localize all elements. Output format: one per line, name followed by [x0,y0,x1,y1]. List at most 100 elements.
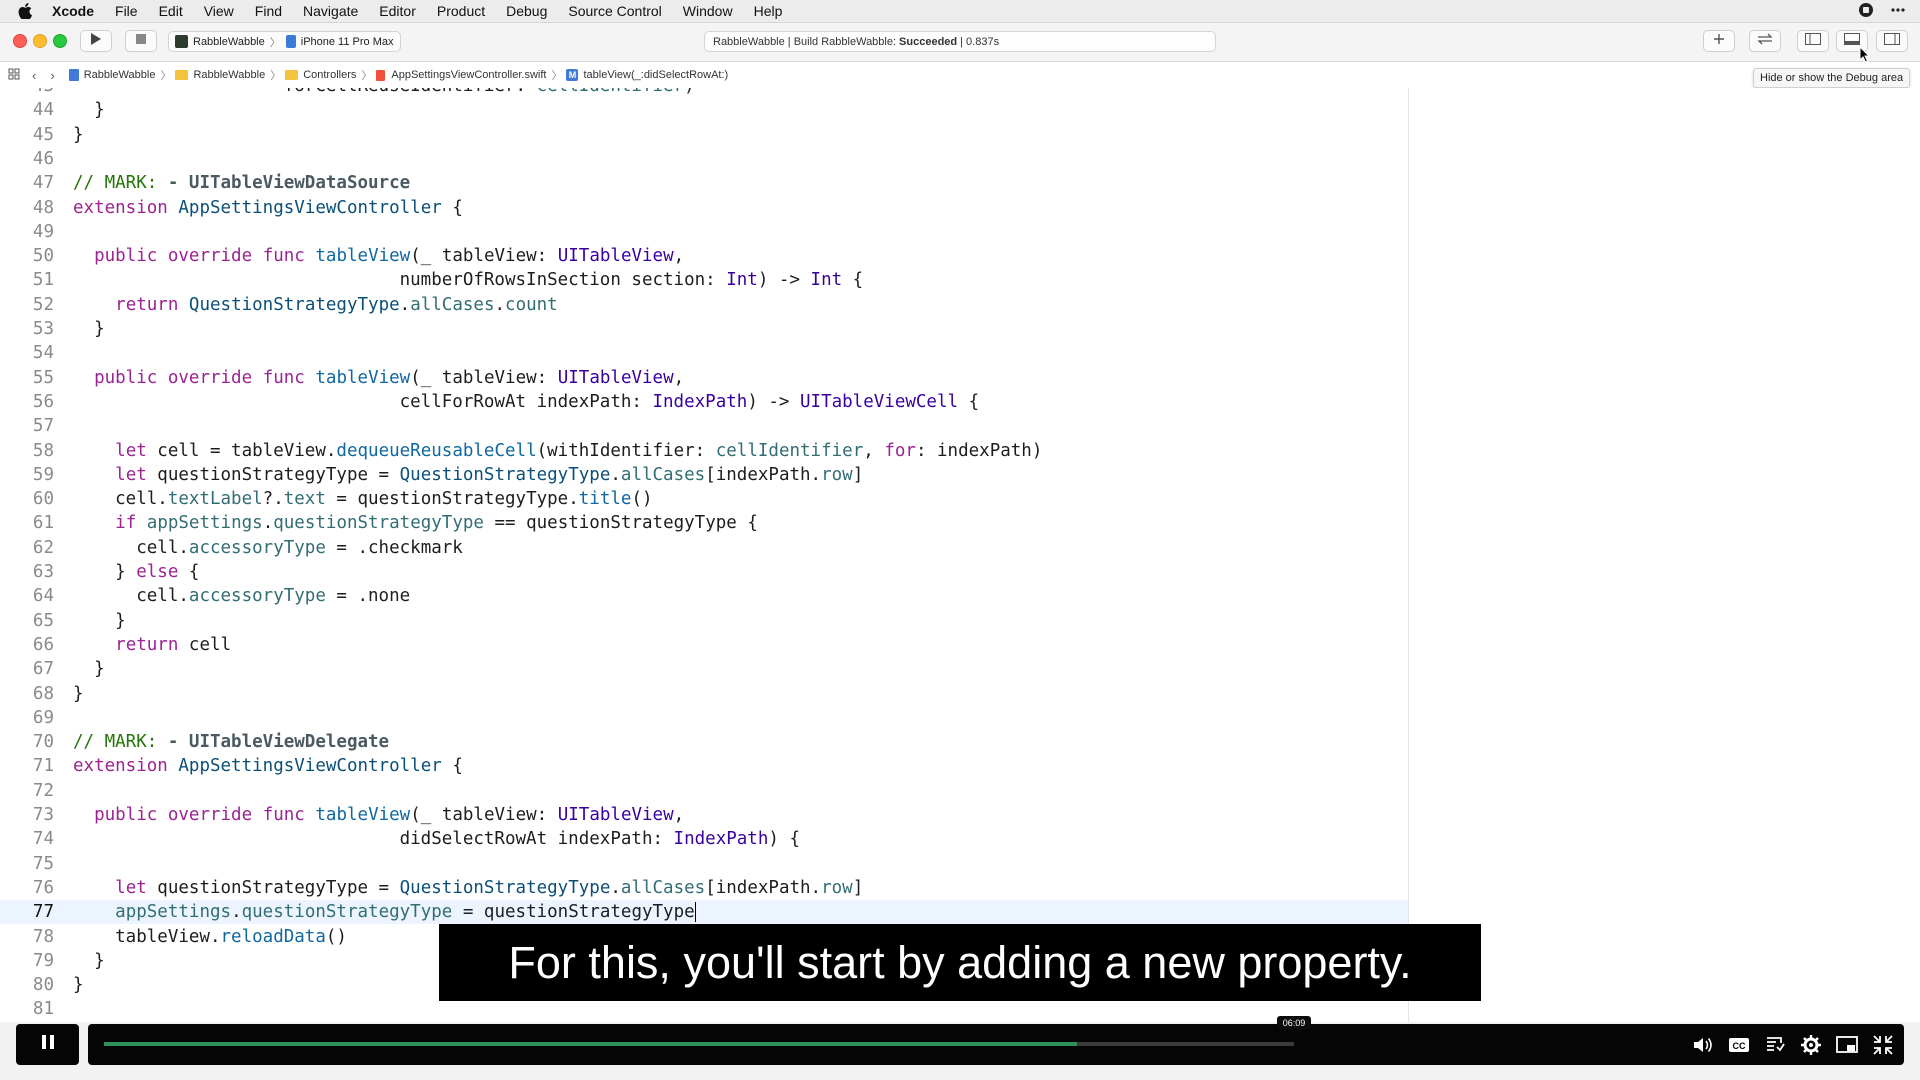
menu-navigate[interactable]: Navigate [303,3,358,19]
code-text[interactable]: numberOfRowsInSection section: Int) -> I… [73,268,864,292]
code-text[interactable]: let cell = tableView.dequeueReusableCell… [73,439,1042,463]
code-text[interactable]: didSelectRowAt indexPath: IndexPath) { [73,827,800,851]
menu-view[interactable]: View [204,3,234,19]
menu-editor[interactable]: Editor [379,3,416,19]
code-text[interactable]: return cell [73,633,231,657]
source-editor[interactable]: 43 forCellReuseIdentifier: cellIdentifie… [0,88,1408,1022]
code-line[interactable]: 72 [0,779,1408,803]
pip-icon[interactable] [1835,1033,1859,1057]
code-text[interactable]: } [73,682,84,706]
code-line[interactable]: 68} [0,682,1408,706]
zoom-window-button[interactable] [53,34,67,48]
code-text[interactable]: } else { [73,560,199,584]
code-line[interactable]: 48 extension AppSettingsViewController { [0,196,1408,220]
code-line[interactable]: 66 return cell [0,633,1408,657]
code-review-button[interactable] [1749,30,1781,52]
code-text[interactable]: public override func tableView(_ tableVi… [73,244,684,268]
code-text[interactable]: return QuestionStrategyType.allCases.cou… [73,293,558,317]
code-line[interactable]: 54 [0,341,1408,365]
code-text[interactable]: cell.accessoryType = .none [73,584,410,608]
navigator-toggle-button[interactable] [1797,30,1829,52]
code-text[interactable]: } [73,973,84,997]
menu-file[interactable]: File [115,3,138,19]
code-line[interactable]: 76 let questionStrategyType = QuestionSt… [0,876,1408,900]
breadcrumb-project[interactable]: RabbleWabble [68,69,155,81]
code-line[interactable]: 71 extension AppSettingsViewController { [0,754,1408,778]
code-text[interactable]: cell.textLabel?.text = questionStrategyT… [73,487,652,511]
code-text[interactable]: } [73,317,105,341]
code-line[interactable]: 52 return QuestionStrategyType.allCases.… [0,293,1408,317]
code-text[interactable]: } [73,609,126,633]
transcript-icon[interactable] [1763,1033,1787,1057]
code-line[interactable]: 73 public override func tableView(_ tabl… [0,803,1408,827]
code-line[interactable]: 58 let cell = tableView.dequeueReusableC… [0,439,1408,463]
library-button[interactable] [1703,30,1735,52]
code-text[interactable]: let questionStrategyType = QuestionStrat… [73,463,863,487]
code-line[interactable]: 62 cell.accessoryType = .checkmark [0,536,1408,560]
code-line[interactable]: 56 cellForRowAt indexPath: IndexPath) ->… [0,390,1408,414]
code-line[interactable]: 75 [0,852,1408,876]
run-button[interactable] [80,30,112,52]
menu-help[interactable]: Help [754,3,783,19]
code-text[interactable]: } [73,949,105,973]
code-text[interactable]: extension AppSettingsViewController { [73,754,463,778]
code-text[interactable]: if appSettings.questionStrategyType == q… [73,511,758,535]
code-text[interactable]: extension AppSettingsViewController { [73,196,463,220]
breadcrumb-folder[interactable]: Controllers [285,69,356,81]
inspector-toggle-button[interactable] [1876,30,1908,52]
settings-icon[interactable] [1799,1033,1823,1057]
menu-app-name[interactable]: Xcode [52,3,94,19]
menu-window[interactable]: Window [683,3,733,19]
breadcrumb-group[interactable]: RabbleWabble [175,69,265,81]
scheme-name[interactable]: RabbleWabble [193,36,265,48]
code-line[interactable]: 69 [0,706,1408,730]
menu-find[interactable]: Find [255,3,282,19]
code-line[interactable]: 70 // MARK: - UITableViewDelegate [0,730,1408,754]
code-text[interactable]: tableView.reloadData() [73,925,347,949]
code-line[interactable]: 44 } [0,98,1408,122]
screen-record-icon[interactable] [1858,2,1874,21]
apple-icon[interactable] [18,3,38,19]
close-window-button[interactable] [13,34,27,48]
code-text[interactable]: public override func tableView(_ tableVi… [73,803,684,827]
exit-fullscreen-icon[interactable] [1871,1033,1895,1057]
code-line[interactable]: 50 public override func tableView(_ tabl… [0,244,1408,268]
code-text[interactable]: } [73,123,84,147]
code-text[interactable]: cell.accessoryType = .checkmark [73,536,463,560]
menu-edit[interactable]: Edit [159,3,183,19]
captions-icon[interactable]: CC [1727,1033,1751,1057]
code-line[interactable]: 59 let questionStrategyType = QuestionSt… [0,463,1408,487]
code-text[interactable]: forCellReuseIdentifier: cellIdentifier) [73,88,695,98]
code-line[interactable]: 60 cell.textLabel?.text = questionStrate… [0,487,1408,511]
code-text[interactable]: cellForRowAt indexPath: IndexPath) -> UI… [73,390,980,414]
code-line[interactable]: 57 [0,414,1408,438]
related-items-icon[interactable] [8,68,20,83]
code-line[interactable]: 55 public override func tableView(_ tabl… [0,366,1408,390]
back-arrow-icon[interactable]: ‹ [32,68,36,83]
volume-icon[interactable] [1691,1033,1715,1057]
breadcrumb-symbol[interactable]: M tableView(_:didSelectRowAt:) [566,69,728,81]
progress-track[interactable] [104,1042,1294,1046]
pause-button[interactable] [16,1024,79,1065]
minimize-window-button[interactable] [33,34,47,48]
code-text[interactable]: appSettings.questionStrategyType = quest… [73,900,696,924]
code-line[interactable]: 45} [0,123,1408,147]
code-text[interactable]: let questionStrategyType = QuestionStrat… [73,876,863,900]
menu-product[interactable]: Product [437,3,485,19]
code-line[interactable]: 63 } else { [0,560,1408,584]
code-text[interactable]: // MARK: - UITableViewDelegate [73,730,389,754]
stop-button[interactable] [125,30,157,52]
scheme-selector[interactable]: RabbleWabble 〉 iPhone 11 Pro Max [168,31,401,52]
code-line[interactable]: 61 if appSettings.questionStrategyType =… [0,511,1408,535]
destination-name[interactable]: iPhone 11 Pro Max [301,36,394,48]
code-text[interactable]: // MARK: - UITableViewDataSource [73,171,410,195]
code-line[interactable]: 77 appSettings.questionStrategyType = qu… [0,900,1408,925]
code-line[interactable]: 65 } [0,609,1408,633]
code-line[interactable]: 67 } [0,657,1408,681]
forward-arrow-icon[interactable]: › [50,68,54,83]
code-line[interactable]: 53 } [0,317,1408,341]
code-line[interactable]: 49 [0,220,1408,244]
code-line[interactable]: 64 cell.accessoryType = .none [0,584,1408,608]
code-line[interactable]: 74 didSelectRowAt indexPath: IndexPath) … [0,827,1408,851]
code-line[interactable]: 47 // MARK: - UITableViewDataSource [0,171,1408,195]
